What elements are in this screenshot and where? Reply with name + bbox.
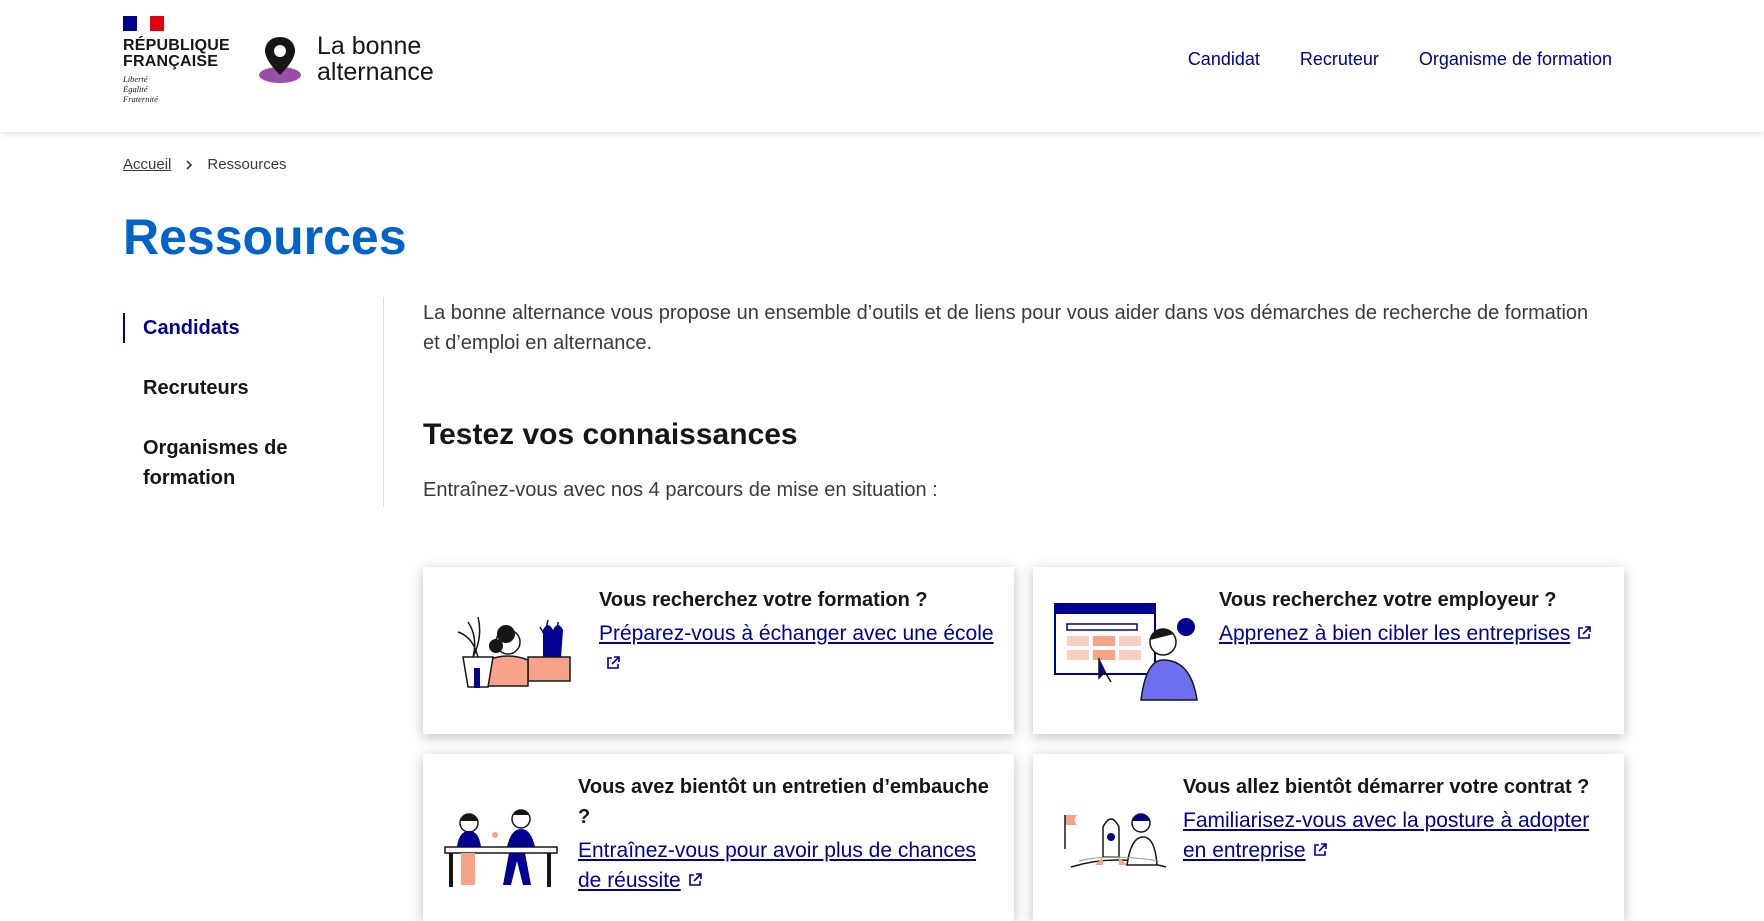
brand-logo[interactable]: La bonne alternance (258, 33, 434, 85)
card-link[interactable]: Familiarisez-vous avec la posture à adop… (1183, 809, 1589, 862)
card-link[interactable]: Préparez-vous à échanger avec une école (599, 622, 994, 675)
side-item-candidats[interactable]: Candidats (123, 313, 343, 343)
section-title: Testez vos connaissances (423, 418, 798, 451)
chevron-right-icon (186, 159, 193, 170)
plants-person-illustration (457, 616, 571, 688)
card-body: Vous recherchez votre formation ? Prépar… (599, 585, 994, 679)
card-body: Vous recherchez votre employeur ? Appren… (1219, 585, 1604, 649)
nav-candidat[interactable]: Candidat (1188, 49, 1260, 70)
breadcrumb: Accueil Ressources (123, 156, 287, 173)
page-title: Ressources (123, 209, 407, 265)
intro-text: La bonne alternance vous propose un ense… (423, 302, 1589, 354)
breadcrumb-home-link[interactable]: Accueil (123, 156, 171, 173)
side-item-organismes[interactable]: Organismes de formation (123, 433, 313, 493)
card-body: Vous avez bientôt un entretien d’embauch… (578, 772, 998, 896)
brand-name: La bonne alternance (317, 33, 434, 85)
card-question: Vous allez bientôt démarrer votre contra… (1183, 776, 1590, 798)
external-link-icon (1578, 626, 1592, 639)
nav-organisme-de-formation[interactable]: Organisme de formation (1419, 49, 1612, 70)
card-link-text: Apprenez à bien cibler les entreprises (1219, 622, 1571, 645)
site-header: RÉPUBLIQUE FRANÇAISE Liberté Égalité Fra… (0, 0, 1764, 132)
resource-card-contrat: Vous allez bientôt démarrer votre contra… (1033, 754, 1624, 921)
rf-motto-line2: Égalité (123, 84, 148, 94)
rf-name: RÉPUBLIQUE FRANÇAISE (123, 37, 230, 70)
rf-name-line1: RÉPUBLIQUE (123, 37, 230, 54)
external-link-icon (607, 656, 620, 669)
marianne-flag-icon (123, 16, 164, 31)
card-link[interactable]: Apprenez à bien cibler les entreprises (1219, 622, 1592, 645)
card-question: Vous recherchez votre formation ? (599, 589, 928, 611)
website-person-illustration (1054, 603, 1198, 701)
resource-card-formation: Vous recherchez votre formation ? Prépar… (423, 567, 1014, 734)
resource-card-entretien: Vous avez bientôt un entretien d’embauch… (423, 754, 1014, 921)
nav-recruteur[interactable]: Recruteur (1300, 49, 1379, 70)
card-question: Vous avez bientôt un entretien d’embauch… (578, 776, 989, 828)
rf-motto-line1: Liberté (123, 74, 148, 84)
brand-name-line2: alternance (317, 58, 434, 86)
brand-name-line1: La bonne (317, 32, 422, 60)
rf-motto: Liberté Égalité Fraternité (123, 74, 228, 104)
rf-name-line2: FRANÇAISE (123, 53, 219, 70)
rf-motto-line3: Fraternité (123, 94, 158, 104)
side-item-recruteurs[interactable]: Recruteurs (123, 373, 343, 403)
resource-card-employeur: Vous recherchez votre employeur ? Appren… (1033, 567, 1624, 734)
external-link-icon (688, 873, 702, 886)
card-link[interactable]: Entraînez-vous pour avoir plus de chance… (578, 839, 976, 892)
main-nav: Candidat Recruteur Organisme de formatio… (1188, 49, 1612, 70)
rocket-person-illustration (1064, 813, 1167, 868)
card-link-text: Entraînez-vous pour avoir plus de chance… (578, 839, 977, 892)
card-link-text: Familiarisez-vous avec la posture à adop… (1183, 809, 1590, 862)
side-item-label: Organismes de formation (143, 437, 288, 489)
interview-illustration (444, 809, 558, 887)
side-menu: Candidats Recruteurs Organismes de forma… (123, 297, 384, 507)
external-link-icon (1313, 843, 1327, 856)
republique-francaise-logo[interactable]: RÉPUBLIQUE FRANÇAISE Liberté Égalité Fra… (123, 16, 230, 104)
breadcrumb-current: Ressources (207, 156, 287, 173)
card-body: Vous allez bientôt démarrer votre contra… (1183, 772, 1613, 866)
section-subtitle: Entraînez-vous avec nos 4 parcours de mi… (423, 479, 938, 501)
side-item-label: Recruteurs (143, 377, 249, 399)
side-item-label: Candidats (143, 317, 240, 339)
map-pin-icon (259, 37, 301, 83)
card-link-text: Préparez-vous à échanger avec une école (599, 622, 994, 645)
card-question: Vous recherchez votre employeur ? (1219, 589, 1557, 611)
